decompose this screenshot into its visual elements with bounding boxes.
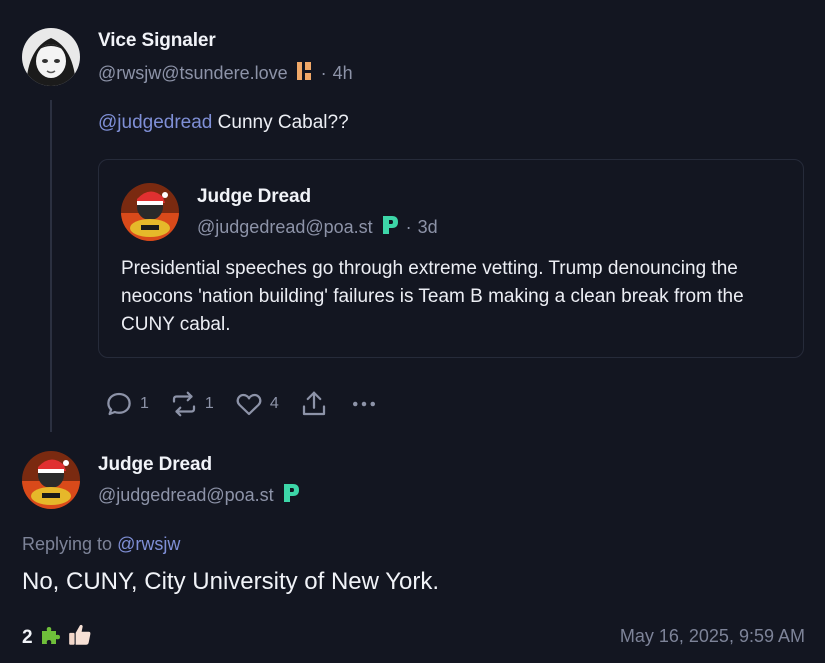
instance-badge-icon (381, 215, 399, 240)
avatar-judge-dread-quoted[interactable] (121, 183, 179, 241)
post-content: @judgedread Cunny Cabal?? (98, 112, 349, 134)
share-icon (299, 389, 329, 419)
reply-icon (104, 389, 134, 419)
instance-badge-icon (282, 483, 300, 508)
separator-dot: · (320, 63, 327, 83)
quoted-handle-row: @judgedread@poa.st · 3d (197, 215, 438, 240)
mention-link[interactable]: @judgedread (98, 112, 212, 133)
thread-view: Vice Signaler @rwsjw@tsundere.love · 4h … (0, 0, 825, 663)
replying-prefix: Replying to (22, 534, 118, 554)
main-author-name[interactable]: Judge Dread (98, 454, 212, 476)
replying-mention-link[interactable]: @rwsjw (117, 534, 180, 554)
quoted-post-time[interactable]: 3d (418, 217, 438, 238)
main-handle-row: @judgedread@poa.st (98, 483, 300, 508)
quoted-post-text: Presidential speeches go through extreme… (121, 258, 744, 335)
reply-button[interactable]: 1 (104, 389, 149, 419)
action-bar: 1 1 4 (104, 389, 399, 419)
repost-count: 1 (204, 395, 214, 412)
reaction-summary[interactable]: 2 (22, 622, 93, 654)
quoted-author-name[interactable]: Judge Dread (197, 186, 311, 208)
author-handle-row: @rwsjw@tsundere.love · 4h (98, 60, 353, 87)
instance-badge-icon (296, 60, 314, 87)
reaction-count: 2 (22, 627, 33, 648)
more-icon (349, 389, 379, 419)
author-handle[interactable]: @rwsjw@tsundere.love (98, 63, 288, 84)
like-count: 4 (269, 395, 279, 412)
avatar-judge-dread[interactable] (22, 451, 80, 509)
thumbs-up-emoji (67, 622, 93, 654)
more-options-button[interactable] (349, 389, 379, 419)
replying-to: Replying to @rwsjw (22, 534, 180, 555)
post-timestamp[interactable]: May 16, 2025, 9:59 AM (620, 626, 805, 647)
share-button[interactable] (299, 389, 329, 419)
thread-line (50, 100, 52, 432)
reply-count: 1 (140, 395, 149, 412)
post-text: Cunny Cabal?? (212, 112, 349, 133)
repost-button[interactable]: 1 (169, 389, 214, 419)
separator-dot: · (405, 217, 412, 237)
like-icon (234, 389, 264, 419)
main-author-handle[interactable]: @judgedread@poa.st (98, 485, 274, 506)
author-name[interactable]: Vice Signaler (98, 30, 216, 52)
quoted-author-handle[interactable]: @judgedread@poa.st (197, 217, 373, 238)
avatar-vice-signaler[interactable] (22, 28, 80, 86)
post-time[interactable]: 4h (333, 63, 353, 84)
main-post-text: No, CUNY, City University of New York. (22, 568, 440, 595)
like-button[interactable]: 4 (234, 389, 279, 419)
repost-icon (169, 389, 199, 419)
puzzle-piece-emoji (39, 623, 63, 653)
